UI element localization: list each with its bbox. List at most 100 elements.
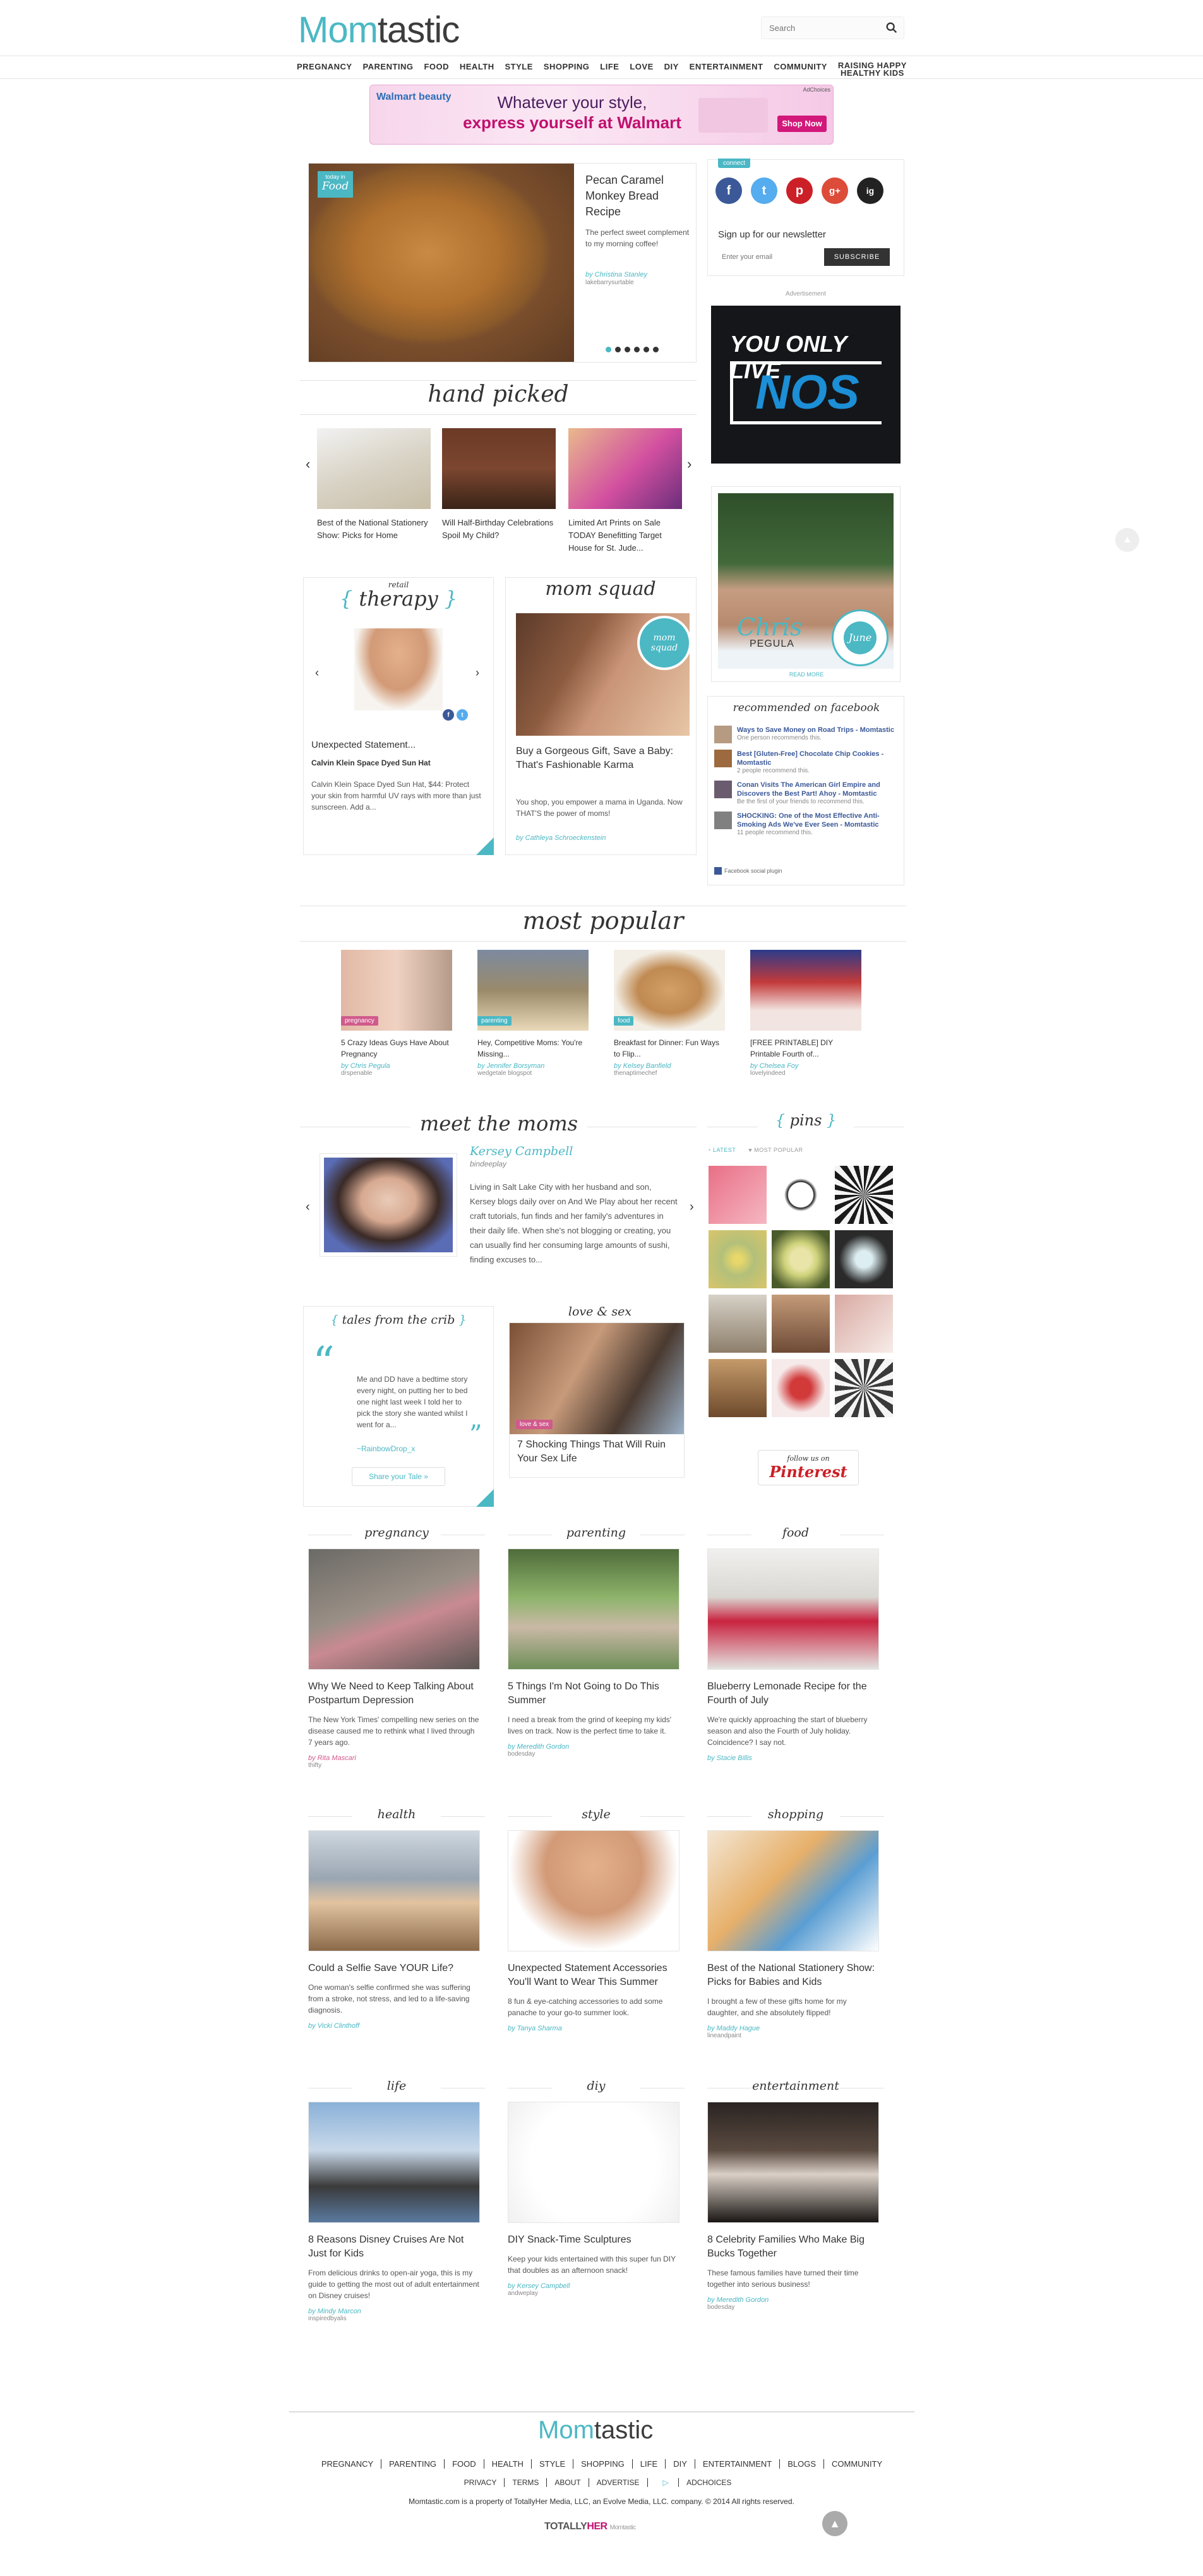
facebook-item[interactable]: Conan Visits The American Girl Empire an… [714, 781, 899, 805]
category-card-health[interactable]: health Could a Selfie Save YOUR Life? One … [308, 1807, 485, 2030]
category-headline[interactable]: Unexpected Statement Accessories You'll … [508, 1962, 679, 1989]
category-headline[interactable]: Could a Selfie Save YOUR Life? [308, 1962, 480, 1975]
category-card-parenting[interactable]: parenting 5 Things I'm Not Going to Do Th… [508, 1526, 685, 1758]
hand-picked-image[interactable] [317, 428, 431, 509]
category-card-style[interactable]: style Unexpected Statement Accessories Yo… [508, 1807, 685, 2032]
retail-product-image[interactable] [354, 628, 443, 710]
category-byline[interactable]: by Vicki Clinthoff [308, 2022, 485, 2030]
tales-author[interactable]: ~RainbowDrop_x [357, 1444, 415, 1453]
category-byline[interactable]: by Tanya Sharma [508, 2025, 685, 2032]
facebook-item[interactable]: Best [Gluten-Free] Chocolate Chip Cookie… [714, 750, 899, 774]
carousel-dot[interactable] [653, 347, 659, 352]
most-popular-byline[interactable]: by Jennifer Borsyman [477, 1062, 589, 1070]
site-logo[interactable]: Momtastic [298, 9, 460, 51]
facebook-item-title[interactable]: SHOCKING: One of the Most Effective Anti… [737, 812, 899, 829]
pins-tab-popular[interactable]: ♥ MOST POPULAR [748, 1147, 803, 1153]
most-popular-image[interactable]: food [614, 950, 725, 1031]
category-title[interactable]: life [352, 2079, 441, 2093]
nav-diy[interactable]: DIY [664, 62, 679, 76]
carousel-dot[interactable] [643, 347, 649, 352]
category-title[interactable]: health [352, 1807, 441, 1821]
meet-moms-next-arrow[interactable]: › [690, 1200, 694, 1214]
footer-nav-entertainment[interactable]: ENTERTAINMENT [695, 2459, 781, 2469]
category-image[interactable] [508, 1549, 679, 1670]
mom-squad-byline[interactable]: by Cathleya Schroeckenstein [516, 834, 606, 842]
nos-ad[interactable]: YOU ONLY LIVE NOS [711, 306, 901, 464]
nav-entertainment[interactable]: ENTERTAINMENT [690, 62, 763, 76]
category-headline[interactable]: DIY Snack-Time Sculptures [508, 2233, 679, 2247]
kersey-campbell-photo[interactable] [324, 1158, 453, 1252]
category-image[interactable] [308, 1830, 480, 1951]
love-sex-tag[interactable]: love & sex [516, 1420, 553, 1429]
pin-image[interactable] [709, 1230, 767, 1288]
hand-picked-prev-arrow[interactable]: ‹ [306, 456, 310, 472]
most-popular-tag[interactable]: food [614, 1016, 634, 1026]
category-byline[interactable]: by Rita Mascari [308, 1754, 485, 1762]
pin-image[interactable] [709, 1166, 767, 1224]
pin-image[interactable] [772, 1295, 830, 1353]
category-byline[interactable]: by Mindy Marcon [308, 2308, 485, 2315]
retail-prev-arrow[interactable]: ‹ [315, 666, 319, 680]
nav-food[interactable]: FOOD [424, 62, 449, 76]
footer-nav-style[interactable]: STYLE [532, 2459, 574, 2469]
category-image[interactable] [707, 1830, 879, 1951]
search-icon[interactable] [885, 21, 899, 35]
nav-health[interactable]: HEALTH [460, 62, 494, 76]
pin-image[interactable] [835, 1166, 893, 1224]
twitter-icon[interactable]: t [751, 177, 777, 204]
footer-terms-link[interactable]: TERMS [505, 2478, 548, 2487]
category-headline[interactable]: Why We Need to Keep Talking About Postpa… [308, 1680, 480, 1708]
hand-picked-caption[interactable]: Will Half-Birthday Celebrations Spoil My… [442, 517, 556, 542]
most-popular-tag[interactable]: pregnancy [341, 1016, 378, 1026]
pin-image[interactable] [772, 1359, 830, 1417]
most-popular-byline[interactable]: by Chelsea Foy [750, 1062, 861, 1070]
most-popular-image[interactable]: parenting [477, 950, 589, 1031]
facebook-item[interactable]: SHOCKING: One of the Most Effective Anti… [714, 812, 899, 836]
facebook-item-title[interactable]: Best [Gluten-Free] Chocolate Chip Cookie… [737, 750, 899, 767]
category-headline[interactable]: Blueberry Lemonade Recipe for the Fourth… [707, 1680, 879, 1708]
footer-nav-food[interactable]: FOOD [445, 2459, 484, 2469]
scroll-top-icon[interactable]: ▲ [1115, 528, 1139, 552]
nav-community[interactable]: COMMUNITY [774, 62, 827, 76]
googleplus-icon[interactable]: g+ [822, 177, 848, 204]
footer-nav-shopping[interactable]: SHOPPING [573, 2459, 633, 2469]
instagram-icon[interactable]: ig [857, 177, 883, 204]
category-headline[interactable]: 8 Celebrity Families Who Make Big Bucks … [707, 2233, 879, 2261]
most-popular-item[interactable]: pregnancy 5 Crazy Ideas Guys Have About … [341, 950, 452, 1077]
footer-logo[interactable]: Momtastic [538, 2416, 653, 2445]
category-card-food[interactable]: food Blueberry Lemonade Recipe for the Fo… [707, 1526, 884, 1762]
meet-moms-prev-arrow[interactable]: ‹ [306, 1200, 310, 1214]
follow-pinterest-button[interactable]: follow us on Pinterest [758, 1450, 859, 1485]
pin-image[interactable] [835, 1359, 893, 1417]
category-title[interactable]: diy [552, 2079, 640, 2093]
most-popular-image[interactable]: pregnancy [341, 950, 452, 1031]
category-image[interactable] [508, 1830, 679, 1951]
hand-picked-image[interactable] [442, 428, 556, 509]
retail-next-arrow[interactable]: › [476, 666, 479, 680]
category-headline[interactable]: 8 Reasons Disney Cruises Are Not Just fo… [308, 2233, 480, 2261]
most-popular-caption[interactable]: Breakfast for Dinner: Fun Ways to Flip..… [614, 1037, 725, 1060]
footer-adchoices-link[interactable]: ▷ ADCHOICES [648, 2478, 747, 2487]
read-more-link[interactable]: READ MORE [712, 671, 901, 678]
newsletter-email-input[interactable] [718, 248, 819, 266]
most-popular-caption[interactable]: 5 Crazy Ideas Guys Have About Pregnancy [341, 1037, 452, 1060]
facebook-item-title[interactable]: Ways to Save Money on Road Trips - Momta… [737, 726, 894, 734]
most-popular-item[interactable]: parenting Hey, Competitive Moms: You're … [477, 950, 589, 1077]
pins-tab-latest[interactable]: ◔ LATEST [707, 1147, 736, 1153]
pinterest-icon[interactable]: p [786, 177, 813, 204]
mom-squad-headline[interactable]: Buy a Gorgeous Gift, Save a Baby: That's… [516, 745, 688, 772]
search-box[interactable] [761, 16, 904, 39]
nav-style[interactable]: STYLE [505, 62, 533, 76]
meet-moms-name[interactable]: Kersey Campbell [470, 1144, 573, 1158]
hand-picked-caption[interactable]: Limited Art Prints on Sale TODAY Benefit… [568, 517, 682, 554]
pin-image[interactable] [772, 1230, 830, 1288]
nav-shopping[interactable]: SHOPPING [544, 62, 590, 76]
ad-shop-now-button[interactable]: Shop Now [777, 116, 827, 132]
footer-nav-parenting[interactable]: PARENTING [381, 2459, 445, 2469]
category-card-pregnancy[interactable]: pregnancy Why We Need to Keep Talking Abo… [308, 1526, 485, 1769]
category-headline[interactable]: Best of the National Stationery Show: Pi… [707, 1962, 879, 1989]
most-popular-tag[interactable]: parenting [477, 1016, 512, 1026]
most-popular-byline[interactable]: by Kelsey Banfield [614, 1062, 725, 1070]
category-card-entertainment[interactable]: entertainment 8 Celebrity Families Who Ma… [707, 2079, 884, 2311]
facebook-item[interactable]: Ways to Save Money on Road Trips - Momta… [714, 726, 899, 743]
